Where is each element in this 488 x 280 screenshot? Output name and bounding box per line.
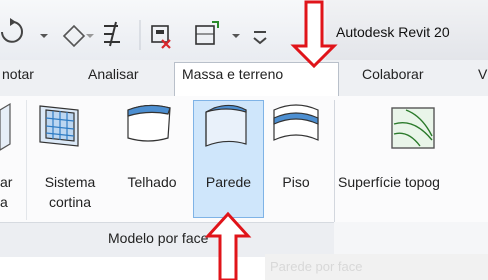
annotation-arrows [204, 0, 338, 280]
arrow-up-annotation [204, 211, 252, 280]
arrow-down-annotation [290, 0, 338, 69]
